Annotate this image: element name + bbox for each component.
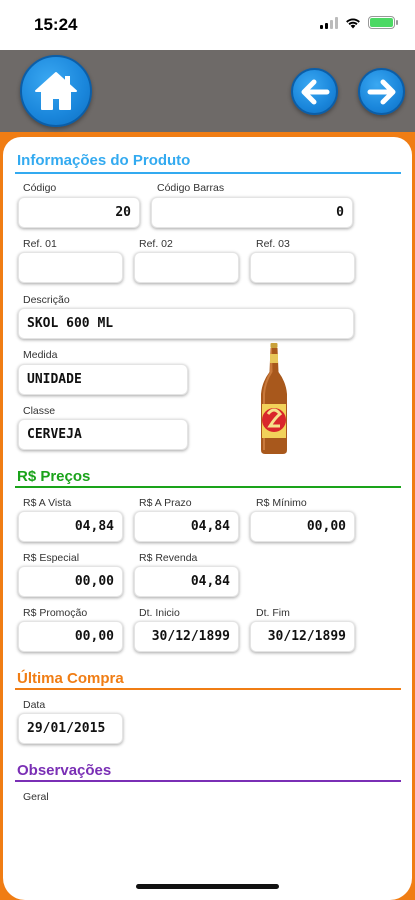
section-produto-divider: [15, 172, 401, 174]
codigo-barras-label: Código Barras: [157, 182, 225, 194]
especial-field[interactable]: 00,00: [18, 566, 123, 597]
battery-icon: [368, 16, 398, 29]
ref01-label: Ref. 01: [23, 238, 57, 250]
ref02-field[interactable]: [134, 252, 239, 283]
status-time: 15:24: [34, 15, 78, 34]
section-obs-divider: [15, 780, 401, 782]
dt-inicio-field[interactable]: 30/12/1899: [134, 621, 239, 652]
home-icon: [35, 72, 77, 110]
ref03-label: Ref. 03: [256, 238, 290, 250]
dt-fim-field[interactable]: 30/12/1899: [250, 621, 355, 652]
section-precos-divider: [15, 486, 401, 488]
minimo-label: R$ Mínimo: [256, 497, 307, 509]
next-button[interactable]: [358, 68, 405, 115]
section-compra-divider: [15, 688, 401, 690]
arrow-right-icon: [367, 79, 395, 104]
especial-label: R$ Especial: [23, 552, 80, 564]
home-button[interactable]: [20, 55, 92, 127]
medida-field[interactable]: UNIDADE: [18, 364, 188, 395]
classe-label: Classe: [23, 405, 56, 417]
avista-label: R$ A Vista: [23, 497, 72, 509]
revenda-label: R$ Revenda: [139, 552, 198, 564]
ref02-label: Ref. 02: [139, 238, 173, 250]
data-label: Data: [23, 699, 46, 711]
dt-inicio-label: Dt. Inicio: [139, 607, 180, 619]
ref01-field[interactable]: [18, 252, 123, 283]
home-indicator: [136, 884, 279, 889]
back-button[interactable]: [291, 68, 338, 115]
descricao-field[interactable]: SKOL 600 ML: [18, 308, 354, 339]
aprazo-label: R$ A Prazo: [139, 497, 192, 509]
revenda-field[interactable]: 04,84: [134, 566, 239, 597]
signal-icon: [320, 16, 338, 29]
descricao-label: Descrição: [23, 294, 70, 306]
avista-field[interactable]: 04,84: [18, 511, 123, 542]
dt-fim-label: Dt. Fim: [256, 607, 290, 619]
status-bar: 15:24: [0, 0, 415, 50]
codigo-label: Código: [23, 182, 57, 194]
wifi-icon: [346, 17, 360, 28]
aprazo-field[interactable]: 04,84: [134, 511, 239, 542]
section-compra-title: Última Compra: [17, 670, 124, 687]
section-produto-title: Informações do Produto: [17, 152, 191, 169]
section-precos-title: R$ Preços: [17, 468, 91, 485]
classe-field[interactable]: CERVEJA: [18, 419, 188, 450]
codigo-barras-field[interactable]: 0: [151, 197, 353, 228]
status-icons: [320, 16, 398, 29]
promocao-field[interactable]: 00,00: [18, 621, 123, 652]
medida-label: Medida: [23, 349, 58, 361]
minimo-field[interactable]: 00,00: [250, 511, 355, 542]
promocao-label: R$ Promoção: [23, 607, 88, 619]
section-obs-title: Observações: [17, 762, 112, 779]
ref03-field[interactable]: [250, 252, 355, 283]
geral-label: Geral: [23, 791, 49, 803]
arrow-left-icon: [301, 79, 329, 104]
codigo-field[interactable]: 20: [18, 197, 140, 228]
product-image: [261, 343, 287, 454]
data-field[interactable]: 29/01/2015: [18, 713, 123, 744]
